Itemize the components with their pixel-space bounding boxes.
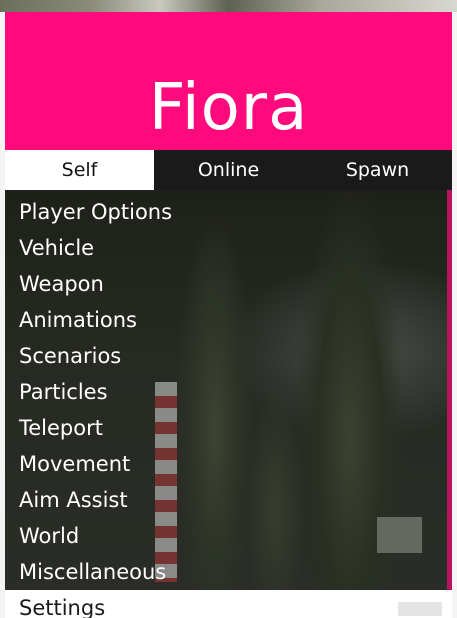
menu-item-miscellaneous[interactable]: Miscellaneous [5, 554, 452, 590]
menu-item-animations[interactable]: Animations [5, 302, 452, 338]
tab-online[interactable]: Online [154, 150, 303, 190]
menu-item-particles[interactable]: Particles [5, 374, 452, 410]
menu-title: Fiora [148, 71, 309, 145]
menu-list: Player Options Vehicle Weapon Animations… [5, 194, 452, 618]
menu-header: Fiora [5, 12, 452, 150]
tab-spawn[interactable]: Spawn [303, 150, 452, 190]
scroll-indicator [398, 602, 442, 616]
menu-item-teleport[interactable]: Teleport [5, 410, 452, 446]
menu-item-vehicle[interactable]: Vehicle [5, 230, 452, 266]
menu-item-movement[interactable]: Movement [5, 446, 452, 482]
menu-item-weapon[interactable]: Weapon [5, 266, 452, 302]
tab-self[interactable]: Self [5, 150, 154, 190]
menu-item-scenarios[interactable]: Scenarios [5, 338, 452, 374]
menu-item-world[interactable]: World [5, 518, 452, 554]
game-world-backdrop [0, 0, 457, 12]
tab-bar: Self Online Spawn [5, 150, 452, 190]
menu-item-player-options[interactable]: Player Options [5, 194, 452, 230]
menu-item-settings[interactable]: Settings [5, 590, 452, 618]
menu-item-aim-assist[interactable]: Aim Assist [5, 482, 452, 518]
trainer-menu: Fiora Self Online Spawn Player Options V… [5, 12, 452, 618]
